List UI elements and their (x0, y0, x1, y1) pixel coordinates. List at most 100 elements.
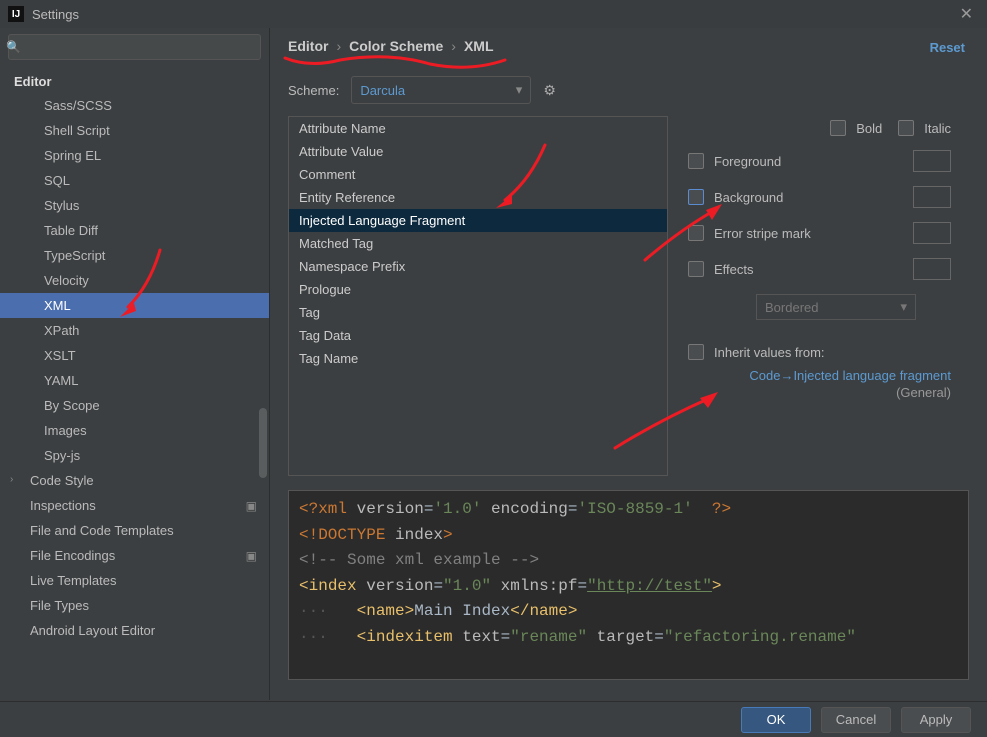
ok-button[interactable]: OK (741, 707, 811, 733)
inherit-label: Inherit values from: (714, 345, 825, 360)
search-input[interactable] (8, 34, 261, 60)
options-panel: Bold Italic Foreground (684, 116, 969, 476)
sidebar-item-label: XSLT (44, 348, 76, 363)
attribute-item[interactable]: Tag Data (289, 324, 667, 347)
background-swatch[interactable] (913, 186, 951, 208)
sidebar-item-label: YAML (44, 373, 78, 388)
attribute-item[interactable]: Entity Reference (289, 186, 667, 209)
sidebar-item-label: File and Code Templates (30, 523, 174, 538)
sidebar-item-xslt[interactable]: XSLT (0, 343, 269, 368)
sidebar-item-label: By Scope (44, 398, 100, 413)
attribute-list[interactable]: Attribute NameAttribute ValueCommentEnti… (288, 116, 668, 476)
chevron-down-icon: ▾ (516, 82, 523, 98)
app-icon: IJ (8, 6, 24, 22)
bold-checkbox[interactable] (830, 120, 846, 136)
foreground-checkbox[interactable] (688, 153, 704, 169)
sidebar-item-yaml[interactable]: YAML (0, 368, 269, 393)
attribute-item[interactable]: Attribute Name (289, 117, 667, 140)
sidebar-item-file-types[interactable]: File Types (0, 593, 269, 618)
sidebar-item-label: File Encodings (30, 548, 115, 563)
bold-label: Bold (856, 121, 882, 136)
sidebar-item-label: Inspections (30, 498, 96, 513)
breadcrumb-xml[interactable]: XML (464, 38, 494, 54)
settings-tree[interactable]: Editor Sass/SCSSShell ScriptSpring ELSQL… (0, 66, 269, 700)
italic-checkbox[interactable] (898, 120, 914, 136)
chevron-right-icon: › (10, 474, 13, 485)
inherit-sub: (General) (688, 385, 951, 400)
effects-swatch[interactable] (913, 258, 951, 280)
sidebar-item-images[interactable]: Images (0, 418, 269, 443)
sidebar-item-table-diff[interactable]: Table Diff (0, 218, 269, 243)
sidebar-item-label: Code Style (30, 473, 94, 488)
sidebar-item-android-layout-editor[interactable]: Android Layout Editor (0, 618, 269, 643)
sidebar-item-spring-el[interactable]: Spring EL (0, 143, 269, 168)
foreground-swatch[interactable] (913, 150, 951, 172)
code-preview: <?xml version='1.0' encoding='ISO-8859-1… (288, 490, 969, 680)
sidebar-item-xpath[interactable]: XPath (0, 318, 269, 343)
attribute-item[interactable]: Comment (289, 163, 667, 186)
sidebar-item-inspections[interactable]: Inspections ▣ (0, 493, 269, 518)
gear-icon[interactable]: ⚙ (543, 82, 556, 99)
sidebar-item-label: Velocity (44, 273, 89, 288)
effects-type-select[interactable]: Bordered ▾ (756, 294, 916, 320)
sidebar-item-file-and-code-templates[interactable]: File and Code Templates (0, 518, 269, 543)
sidebar-item-spy-js[interactable]: Spy-js (0, 443, 269, 468)
background-label: Background (714, 190, 783, 205)
sidebar-item-sass-scss[interactable]: Sass/SCSS (0, 93, 269, 118)
sidebar-item-label: TypeScript (44, 248, 105, 263)
sidebar-item-stylus[interactable]: Stylus (0, 193, 269, 218)
cancel-button[interactable]: Cancel (821, 707, 891, 733)
attribute-item[interactable]: Prologue (289, 278, 667, 301)
sidebar-item-shell-script[interactable]: Shell Script (0, 118, 269, 143)
breadcrumb-color-scheme[interactable]: Color Scheme (349, 38, 443, 54)
inherit-checkbox[interactable] (688, 344, 704, 360)
attribute-item[interactable]: Injected Language Fragment (289, 209, 667, 232)
scheme-select[interactable]: Darcula ▾ (351, 76, 531, 104)
close-icon[interactable]: ✕ (954, 4, 979, 24)
search-icon: 🔍 (6, 40, 21, 54)
breadcrumb-editor[interactable]: Editor (288, 38, 328, 54)
sidebar-item-label: Spy-js (44, 448, 80, 463)
sidebar-item-sql[interactable]: SQL (0, 168, 269, 193)
project-settings-icon: ▣ (246, 549, 257, 563)
chevron-right-icon: › (451, 38, 456, 54)
sidebar-item-file-encodings[interactable]: File Encodings ▣ (0, 543, 269, 568)
breadcrumb: Editor › Color Scheme › XML (288, 38, 969, 58)
chevron-right-icon: › (336, 38, 341, 54)
error-stripe-checkbox[interactable] (688, 225, 704, 241)
attribute-item[interactable]: Tag (289, 301, 667, 324)
error-stripe-swatch[interactable] (913, 222, 951, 244)
footer: OK Cancel Apply (0, 701, 987, 737)
effects-checkbox[interactable] (688, 261, 704, 277)
attribute-item[interactable]: Attribute Value (289, 140, 667, 163)
apply-button[interactable]: Apply (901, 707, 971, 733)
sidebar-item-label: Table Diff (44, 223, 98, 238)
sidebar-item-code-style[interactable]: › Code Style (0, 468, 269, 493)
sidebar-item-label: Shell Script (44, 123, 110, 138)
titlebar: IJ Settings ✕ (0, 0, 987, 28)
inherit-link[interactable]: Code→Injected language fragment (688, 368, 951, 383)
italic-label: Italic (924, 121, 951, 136)
sidebar-item-label: Images (44, 423, 87, 438)
chevron-down-icon: ▾ (900, 299, 907, 315)
sidebar-item-label: Sass/SCSS (44, 98, 112, 113)
sidebar-item-label: Live Templates (30, 573, 116, 588)
scheme-value: Darcula (360, 83, 405, 98)
sidebar-item-velocity[interactable]: Velocity (0, 268, 269, 293)
attribute-item[interactable]: Tag Name (289, 347, 667, 370)
sidebar-item-typescript[interactable]: TypeScript (0, 243, 269, 268)
sidebar-item-by-scope[interactable]: By Scope (0, 393, 269, 418)
reset-link[interactable]: Reset (930, 40, 965, 55)
sidebar-item-label: XPath (44, 323, 79, 338)
window-title: Settings (32, 7, 79, 22)
sidebar-item-label: SQL (44, 173, 70, 188)
effects-type-value: Bordered (765, 300, 818, 315)
attribute-item[interactable]: Matched Tag (289, 232, 667, 255)
sidebar-item-label: File Types (30, 598, 89, 613)
sidebar-item-xml[interactable]: XML (0, 293, 269, 318)
scrollbar-thumb[interactable] (259, 408, 267, 478)
project-settings-icon: ▣ (246, 499, 257, 513)
sidebar-item-live-templates[interactable]: Live Templates (0, 568, 269, 593)
background-checkbox[interactable] (688, 189, 704, 205)
attribute-item[interactable]: Namespace Prefix (289, 255, 667, 278)
